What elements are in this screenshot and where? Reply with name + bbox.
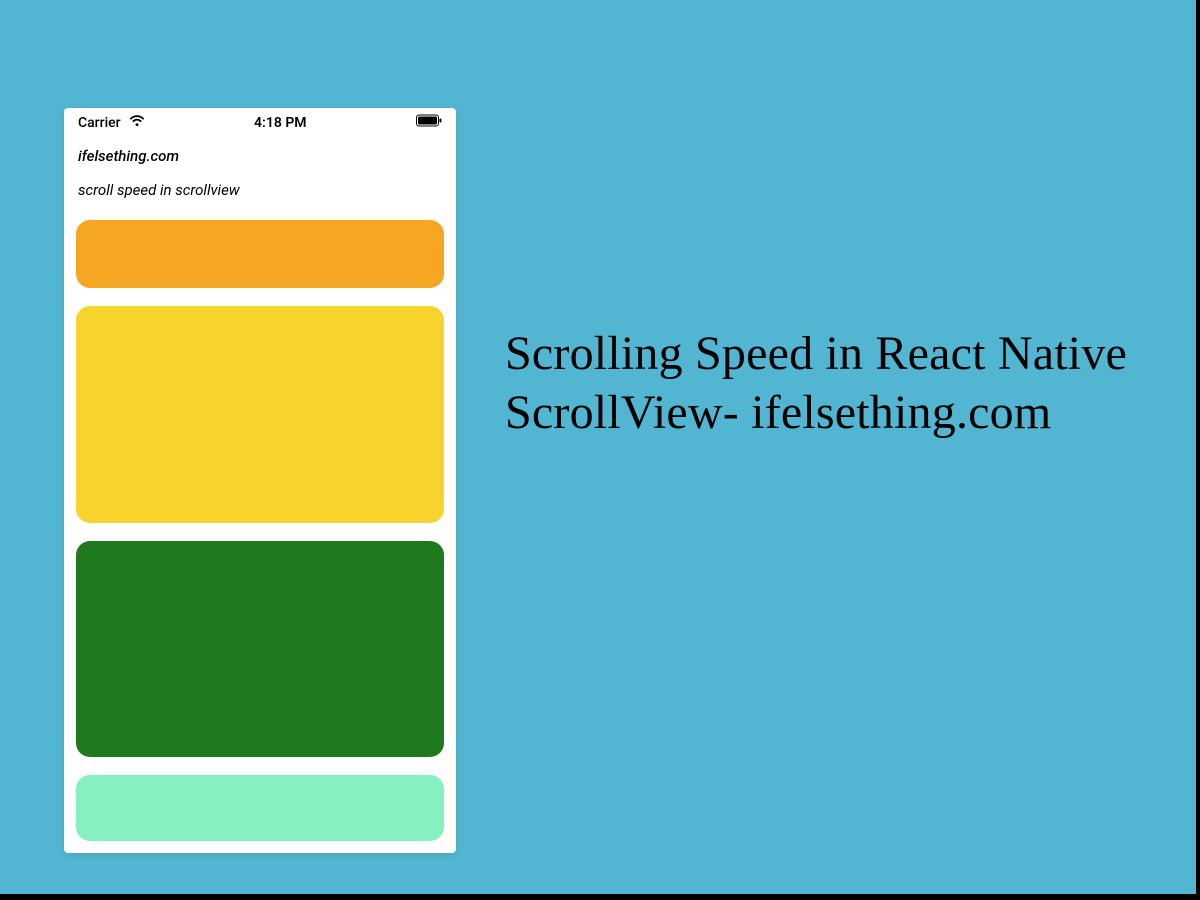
wifi-icon [129, 115, 145, 131]
status-right [416, 114, 442, 131]
status-bar: Carrier 4:18 PM [64, 108, 456, 133]
status-left: Carrier [78, 115, 145, 131]
list-item [76, 306, 444, 523]
battery-icon [416, 114, 442, 131]
app-subtitle: scroll speed in scrollview [78, 181, 442, 199]
carrier-label: Carrier [78, 115, 121, 131]
promo-canvas: Carrier 4:18 PM [0, 0, 1196, 894]
list-item [76, 220, 444, 288]
phone-mockup: Carrier 4:18 PM [64, 108, 456, 853]
app-title: ifelsething.com [78, 147, 442, 165]
list-item [76, 775, 444, 841]
status-time: 4:18 PM [254, 115, 307, 131]
app-header: ifelsething.com scroll speed in scrollvi… [64, 133, 456, 209]
scrollview[interactable] [64, 208, 456, 853]
list-item [76, 541, 444, 757]
page-title: Scrolling Speed in React Native ScrollVi… [505, 325, 1175, 442]
